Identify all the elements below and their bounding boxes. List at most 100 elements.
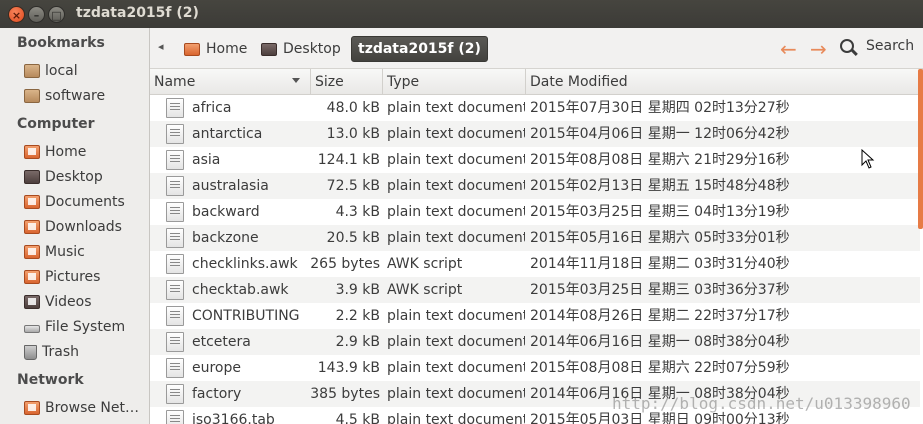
desktop-folder-icon bbox=[261, 42, 277, 56]
search-button[interactable]: Search bbox=[840, 38, 914, 54]
sidebar-item-label: Music bbox=[45, 244, 85, 260]
file-name: africa bbox=[192, 100, 232, 116]
file-date-modified: 2015年03月25日 星期三 03时36分37秒 bbox=[530, 282, 790, 298]
file-name: iso3166.tab bbox=[192, 412, 275, 424]
close-window-button[interactable]: × bbox=[8, 6, 25, 23]
text-file-icon bbox=[166, 228, 184, 248]
documents-folder-icon bbox=[24, 195, 40, 209]
file-row[interactable]: antarctica 13.0 kB plain text document 2015… bbox=[150, 121, 920, 147]
column-header-size[interactable]: Size bbox=[311, 69, 383, 95]
text-file-icon bbox=[166, 98, 184, 118]
file-row[interactable]: australasia 72.5 kB plain text document 201… bbox=[150, 173, 920, 199]
back-arrow-icon[interactable]: ← bbox=[780, 37, 797, 61]
file-date-modified: 2014年06月16日 星期一 08时38分04秒 bbox=[530, 334, 790, 350]
file-size: 48.0 kB bbox=[326, 100, 380, 116]
file-type: plain text document bbox=[387, 386, 525, 402]
file-name: factory bbox=[192, 386, 242, 402]
file-row[interactable]: africa 48.0 kB plain text document 2015年07月… bbox=[150, 95, 920, 121]
location-toolbar: ◂ Home Desktop tzdata2015f (2) ← → Searc… bbox=[150, 28, 923, 69]
sidebar-item-local[interactable]: local bbox=[24, 60, 148, 82]
file-name: australasia bbox=[192, 178, 269, 194]
network-icon bbox=[24, 401, 40, 415]
sidebar-item-home[interactable]: Home bbox=[24, 141, 148, 163]
breadcrumb-home[interactable]: Home bbox=[178, 36, 253, 62]
file-date-modified: 2014年11月18日 星期二 03时31分40秒 bbox=[530, 256, 790, 272]
vertical-scrollbar[interactable] bbox=[918, 69, 923, 229]
file-name: asia bbox=[192, 152, 221, 168]
sidebar-item-downloads[interactable]: Downloads bbox=[24, 216, 148, 238]
folder-icon bbox=[24, 64, 40, 78]
sidebar-item-videos[interactable]: Videos bbox=[24, 291, 148, 313]
text-file-icon bbox=[166, 410, 184, 424]
maximize-window-button[interactable]: □ bbox=[48, 6, 65, 23]
column-header-type[interactable]: Type bbox=[383, 69, 526, 95]
breadcrumb-current-folder[interactable]: tzdata2015f (2) bbox=[351, 36, 488, 62]
sidebar-item-music[interactable]: Music bbox=[24, 241, 148, 263]
text-file-icon bbox=[166, 124, 184, 144]
drive-icon bbox=[24, 325, 40, 333]
sidebar-item-file-system[interactable]: File System bbox=[24, 316, 148, 338]
music-folder-icon bbox=[24, 245, 40, 259]
file-size: 385 bytes bbox=[310, 386, 380, 402]
sidebar-item-label: Home bbox=[45, 144, 87, 160]
column-header-label: Date Modified bbox=[530, 73, 628, 90]
file-date-modified: 2015年04月06日 星期一 12时06分42秒 bbox=[530, 126, 790, 142]
file-size: 20.5 kB bbox=[326, 230, 380, 246]
file-row[interactable]: checktab.awk 3.9 kB AWK script 2015年03月25日 … bbox=[150, 277, 920, 303]
home-folder-icon bbox=[24, 145, 40, 159]
sidebar-item-label: software bbox=[45, 88, 106, 104]
file-type: plain text document bbox=[387, 178, 525, 194]
column-header-date-modified[interactable]: Date Modified bbox=[526, 69, 923, 95]
videos-folder-icon bbox=[24, 295, 40, 309]
search-icon bbox=[840, 39, 854, 53]
forward-arrow-icon[interactable]: → bbox=[810, 37, 827, 61]
sidebar-item-label: Browse Net… bbox=[45, 400, 140, 416]
sidebar-item-pictures[interactable]: Pictures bbox=[24, 266, 148, 288]
sidebar-item-label: Trash bbox=[42, 344, 79, 360]
pictures-folder-icon bbox=[24, 270, 40, 284]
sidebar-item-label: Desktop bbox=[45, 169, 103, 185]
sidebar-item-desktop[interactable]: Desktop bbox=[24, 166, 148, 188]
search-label: Search bbox=[866, 38, 915, 54]
column-header-label: Name bbox=[154, 73, 196, 90]
file-row[interactable]: europe 143.9 kB plain text document 2015年08… bbox=[150, 355, 920, 381]
file-row[interactable]: backzone 20.5 kB plain text document 2015年0… bbox=[150, 225, 920, 251]
file-size: 3.9 kB bbox=[335, 282, 380, 298]
file-date-modified: 2014年08月26日 星期二 22时37分17秒 bbox=[530, 308, 790, 324]
sidebar-item-browse-network[interactable]: Browse Net… bbox=[24, 397, 148, 419]
file-row[interactable]: checklinks.awk 265 bytes AWK script 2014年11… bbox=[150, 251, 920, 277]
watermark-text: http://blog.csdn.net/u013398960 bbox=[612, 394, 911, 413]
file-size: 143.9 kB bbox=[317, 360, 380, 376]
file-row[interactable]: etcetera 2.9 kB plain text document 2014年06… bbox=[150, 329, 920, 355]
text-file-icon bbox=[166, 150, 184, 170]
minimize-window-button[interactable]: – bbox=[28, 6, 45, 23]
sidebar-heading-network: Network bbox=[17, 372, 84, 388]
column-header-label: Size bbox=[315, 73, 344, 90]
desktop-folder-icon bbox=[24, 170, 40, 184]
trash-icon bbox=[24, 344, 37, 360]
file-name: etcetera bbox=[192, 334, 251, 350]
downloads-folder-icon bbox=[24, 220, 40, 234]
file-size: 2.2 kB bbox=[335, 308, 380, 324]
file-type: AWK script bbox=[387, 256, 463, 272]
file-row[interactable]: asia 124.1 kB plain text document 2015年08月0… bbox=[150, 147, 920, 173]
sidebar-item-software[interactable]: software bbox=[24, 85, 148, 107]
home-folder-icon bbox=[184, 42, 200, 56]
column-header-name[interactable]: Name bbox=[150, 69, 311, 95]
sidebar: Bookmarks local software Computer Home D… bbox=[0, 28, 150, 424]
sidebar-item-label: Documents bbox=[45, 194, 125, 210]
text-file-icon bbox=[166, 384, 184, 404]
text-file-icon bbox=[166, 254, 184, 274]
file-row[interactable]: CONTRIBUTING 2.2 kB plain text document 201… bbox=[150, 303, 920, 329]
file-date-modified: 2015年07月30日 星期四 02时13分27秒 bbox=[530, 100, 790, 116]
breadcrumb-scroll-left-icon[interactable]: ◂ bbox=[158, 40, 164, 53]
file-name: europe bbox=[192, 360, 241, 376]
text-file-icon bbox=[166, 306, 184, 326]
sidebar-item-documents[interactable]: Documents bbox=[24, 191, 148, 213]
sort-descending-icon bbox=[292, 78, 300, 83]
file-row[interactable]: backward 4.3 kB plain text document 2015年03… bbox=[150, 199, 920, 225]
breadcrumb-desktop[interactable]: Desktop bbox=[255, 36, 347, 62]
file-type: plain text document bbox=[387, 334, 525, 350]
sidebar-heading-computer: Computer bbox=[17, 116, 95, 132]
sidebar-item-trash[interactable]: Trash bbox=[24, 341, 148, 363]
